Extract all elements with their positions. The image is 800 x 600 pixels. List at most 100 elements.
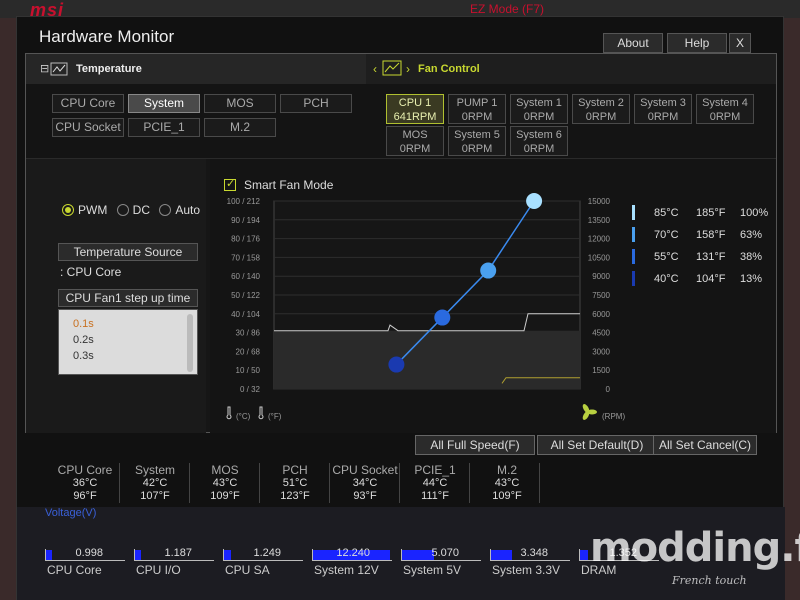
- legend-pct: 63%: [740, 229, 763, 241]
- x-unit-fahrenheit: (°F): [268, 412, 282, 421]
- step-up-item[interactable]: 0.2s: [73, 334, 94, 346]
- mode-auto[interactable]: Auto: [159, 203, 200, 217]
- fan-name: System 2: [578, 97, 624, 109]
- tab-fan-control[interactable]: ‹ › Fan Control: [366, 54, 776, 84]
- step-up-item[interactable]: 0.3s: [73, 350, 94, 362]
- fan-name: CPU 1: [398, 97, 432, 109]
- smart-fan-checkbox[interactable]: [224, 177, 236, 191]
- y-left-tick: 0 / 32: [240, 385, 261, 394]
- y-right-tick: 9000: [592, 272, 610, 281]
- fan-curve-panel: Smart Fan Mode 100 / 212 90 / 194 80 / 176…: [210, 159, 776, 433]
- fan-system5[interactable]: System 5 0RPM: [448, 126, 506, 156]
- voltage-label: Voltage(V): [45, 507, 97, 519]
- fan-mos[interactable]: MOS 0RPM: [386, 126, 444, 156]
- voltage-name: System 12V: [314, 563, 379, 577]
- step-up-item[interactable]: 0.1s: [73, 318, 94, 330]
- voltage-name: System 3.3V: [492, 563, 561, 577]
- background-left: [0, 18, 16, 600]
- legend-c: 55°C: [654, 251, 679, 263]
- all-set-default-button[interactable]: All Set Default(D): [537, 435, 657, 455]
- reading-m2: M.2 43°C 109°F: [463, 463, 551, 507]
- y-right-tick: 4500: [592, 329, 610, 338]
- reading-name: M.2: [496, 463, 517, 477]
- fan-name: System 5: [454, 129, 500, 141]
- mode-dc[interactable]: DC: [116, 203, 151, 217]
- voltage-name: System 5V: [403, 563, 462, 577]
- hardware-monitor-window: Hardware Monitor About Help X ⊟ Temperat…: [16, 16, 785, 600]
- fan-curve-point[interactable]: [434, 309, 451, 326]
- y-right-tick: 15000: [588, 197, 611, 206]
- fan-pump1[interactable]: PUMP 1 0RPM: [448, 94, 506, 124]
- fan-rpm: 0RPM: [461, 111, 493, 123]
- temp-source-cpu-socket[interactable]: CPU Socket: [52, 118, 124, 137]
- y-right-tick: 12000: [588, 235, 611, 244]
- temp-source-pcie1[interactable]: PCIE_1: [128, 118, 200, 137]
- temp-source-mos[interactable]: MOS: [204, 94, 276, 113]
- chevron-left-icon: ‹: [373, 62, 377, 76]
- y-right-tick: 6000: [592, 310, 610, 319]
- temp-source-system[interactable]: System: [128, 94, 200, 113]
- voltage-value: 1.249: [253, 547, 281, 559]
- temp-source-m2[interactable]: M.2: [204, 118, 276, 137]
- temperature-readings: CPU Core 36°C 96°F System 42°C 107°F MOS 43°C…: [17, 463, 785, 507]
- fan-system2[interactable]: System 2 0RPM: [572, 94, 630, 124]
- step-up-list[interactable]: 0.1s 0.2s 0.3s: [58, 309, 198, 375]
- expand-icon: ⊟: [40, 63, 50, 75]
- legend-c: 85°C: [654, 207, 679, 219]
- mode-dc-label: DC: [132, 203, 151, 217]
- y-right-tick: 0: [606, 385, 611, 394]
- fan-rpm: 0RPM: [585, 111, 617, 123]
- watermark-subtitle: French touch: [672, 574, 747, 587]
- legend-f: 158°F: [696, 229, 726, 241]
- legend-swatch: [632, 227, 635, 242]
- legend-swatch: [632, 249, 635, 264]
- tab-temperature-label: Temperature: [76, 63, 142, 75]
- fan-system4[interactable]: System 4 0RPM: [696, 94, 754, 124]
- radio-auto[interactable]: [159, 204, 172, 216]
- y-right-tick: 1500: [592, 366, 610, 375]
- ez-mode-button[interactable]: EZ Mode (F7): [470, 2, 544, 16]
- all-set-cancel-button[interactable]: All Set Cancel(C): [653, 435, 757, 455]
- thermometer-celsius-icon: [226, 406, 232, 420]
- fan-system6[interactable]: System 6 0RPM: [510, 126, 568, 156]
- thermometer-fahrenheit-icon: [258, 406, 264, 420]
- fan-cpu1[interactable]: CPU 1 641RPM: [386, 94, 444, 124]
- temp-source-pch[interactable]: PCH: [280, 94, 352, 113]
- voltage-value: 0.998: [75, 547, 103, 559]
- radio-pwm[interactable]: [62, 204, 74, 216]
- temp-source-cpu-core[interactable]: CPU Core: [52, 94, 124, 113]
- tab-temperature[interactable]: ⊟ Temperature: [26, 54, 366, 84]
- mode-pwm-label: PWM: [78, 203, 108, 217]
- help-button[interactable]: Help: [667, 33, 727, 53]
- smart-fan-label: Smart Fan Mode: [244, 178, 334, 192]
- voltage-value: 5.070: [431, 547, 459, 559]
- y-left-tick: 60 / 140: [231, 272, 260, 281]
- step-up-scrollbar[interactable]: [187, 314, 193, 372]
- voltage-name: CPU SA: [225, 563, 270, 577]
- legend-swatch: [632, 205, 635, 220]
- fan-curve-point[interactable]: [480, 262, 497, 279]
- y-left-tick: 100 / 212: [227, 197, 261, 206]
- voltage-value: 3.348: [520, 547, 548, 559]
- radio-dc[interactable]: [116, 204, 129, 216]
- fan-mode-radios: PWM DC Auto: [62, 203, 200, 217]
- fan-curve-point[interactable]: [388, 356, 405, 373]
- all-full-speed-button[interactable]: All Full Speed(F): [415, 435, 535, 455]
- fan-system3[interactable]: System 3 0RPM: [634, 94, 692, 124]
- fan-curve-point[interactable]: [526, 193, 543, 209]
- fan-name: System 6: [516, 129, 562, 141]
- y-left-tick: 80 / 176: [231, 235, 260, 244]
- about-button[interactable]: About: [603, 33, 663, 53]
- fan-curve-chart[interactable]: 100 / 212 90 / 194 80 / 176 70 / 158 60 / 14…: [222, 193, 642, 433]
- fan-system1[interactable]: System 1 0RPM: [510, 94, 568, 124]
- close-button[interactable]: X: [729, 33, 751, 53]
- legend-swatch: [632, 271, 635, 286]
- legend-pct: 100%: [740, 207, 769, 219]
- fan-name: MOS: [402, 129, 428, 141]
- fan-name: PUMP 1: [456, 97, 498, 109]
- fan-name: System 1: [516, 97, 562, 109]
- fan-rpm: 0RPM: [399, 143, 431, 155]
- legend-f: 104°F: [696, 273, 726, 285]
- mode-pwm[interactable]: PWM: [62, 203, 107, 217]
- temperature-source-header: Temperature Source: [58, 243, 198, 261]
